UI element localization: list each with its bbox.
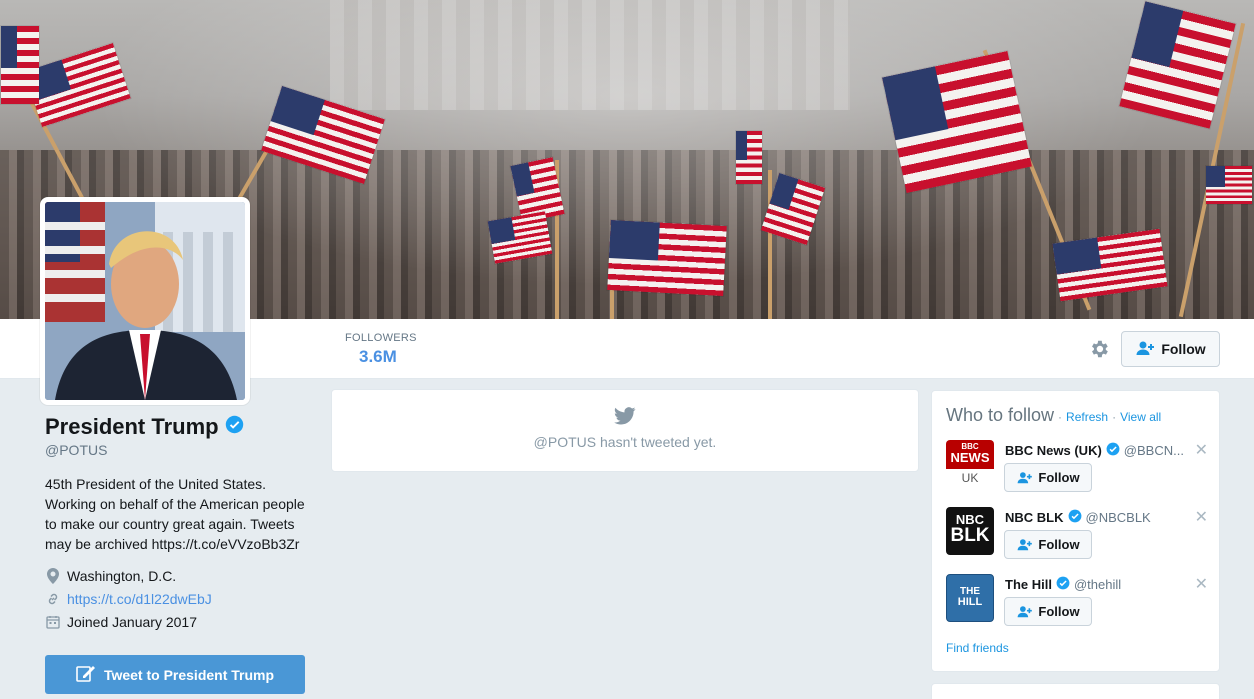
profile-joined: Joined January 2017 [67, 613, 197, 630]
suggestion-handle: @BBCN... [1123, 443, 1184, 458]
suggestion-follow-button[interactable]: Follow [1004, 530, 1092, 559]
add-user-icon [1135, 340, 1155, 359]
followers-count: 3.6M [359, 347, 397, 366]
close-icon[interactable]: ✕ [1195, 507, 1208, 527]
verified-badge-icon [1056, 576, 1070, 593]
add-user-icon [1018, 539, 1033, 551]
profile-website-link[interactable]: https://t.co/d1l22dwEbJ [67, 591, 212, 607]
suggestion-handle: @NBCBLK [1085, 510, 1151, 525]
suggestion-name[interactable]: The Hill [1005, 577, 1052, 592]
suggestion-follow-button[interactable]: Follow [1004, 463, 1092, 492]
follow-button[interactable]: Follow [1121, 331, 1220, 367]
trends-module [931, 683, 1220, 699]
verified-badge-icon [225, 415, 244, 439]
profile-meta: Washington, D.C. https://t.co/d1l22dwEbJ… [45, 564, 310, 633]
bbc-news-logo[interactable]: BBC NEWS UK [946, 440, 994, 488]
followers-stat[interactable]: FOLLOWERS 3.6M [345, 332, 417, 367]
profile-handle[interactable]: @POTUS [45, 442, 310, 458]
flag [0, 25, 40, 105]
close-icon[interactable]: ✕ [1195, 440, 1208, 460]
suggestion-follow-button[interactable]: Follow [1004, 597, 1092, 626]
profile-bio: 45th President of the United States. Wor… [45, 476, 305, 552]
suggestion-the-hill: THE HILL The Hill @thehill ✕ Follow [946, 574, 1208, 634]
flag [1205, 165, 1253, 205]
the-hill-logo[interactable]: THE HILL [946, 574, 994, 622]
verified-badge-icon [1068, 509, 1082, 526]
followers-label: FOLLOWERS [345, 332, 417, 344]
compose-icon [76, 664, 96, 685]
calendar-icon [45, 614, 61, 630]
refresh-link[interactable]: Refresh [1066, 410, 1108, 424]
suggestion-name[interactable]: BBC News (UK) [1005, 443, 1102, 458]
gear-icon[interactable] [1088, 338, 1110, 360]
profile-avatar[interactable] [40, 197, 250, 405]
profile-card: President Trump @POTUS 45th President of… [45, 414, 310, 633]
empty-timeline-message: @POTUS hasn't tweeted yet. [533, 434, 717, 450]
suggestion-bbc-news: BBC NEWS UK BBC News (UK) @BBCN... ✕ Fol… [946, 440, 1208, 500]
add-user-icon [1018, 606, 1033, 618]
suggestion-name[interactable]: NBC BLK [1005, 510, 1064, 525]
location-pin-icon [45, 567, 61, 584]
link-icon [45, 591, 61, 607]
close-icon[interactable]: ✕ [1195, 574, 1208, 594]
flag [735, 130, 763, 185]
verified-badge-icon [1106, 442, 1120, 459]
who-to-follow-title: Who to follow [946, 405, 1055, 425]
nbc-blk-logo[interactable]: NBC BLK [946, 507, 994, 555]
twitter-bird-icon [332, 407, 918, 430]
profile-location: Washington, D.C. [67, 567, 177, 584]
tweet-to-button-label: Tweet to President Trump [103, 666, 275, 683]
profile-name[interactable]: President Trump [45, 414, 219, 440]
tweet-to-button[interactable]: Tweet to President Trump [45, 655, 305, 694]
suggestion-handle: @thehill [1073, 577, 1122, 592]
suggestion-nbc-blk: NBC BLK NBC BLK @NBCBLK ✕ Follow [946, 507, 1208, 567]
add-user-icon [1018, 472, 1033, 484]
flag [606, 218, 728, 298]
view-all-link[interactable]: View all [1120, 410, 1161, 424]
find-friends-link[interactable]: Find friends [946, 641, 1009, 655]
follow-button-label: Follow [1161, 341, 1206, 357]
empty-timeline: @POTUS hasn't tweeted yet. [331, 389, 919, 472]
who-to-follow-module: Who to follow · Refresh · View all BBC N… [931, 390, 1220, 672]
